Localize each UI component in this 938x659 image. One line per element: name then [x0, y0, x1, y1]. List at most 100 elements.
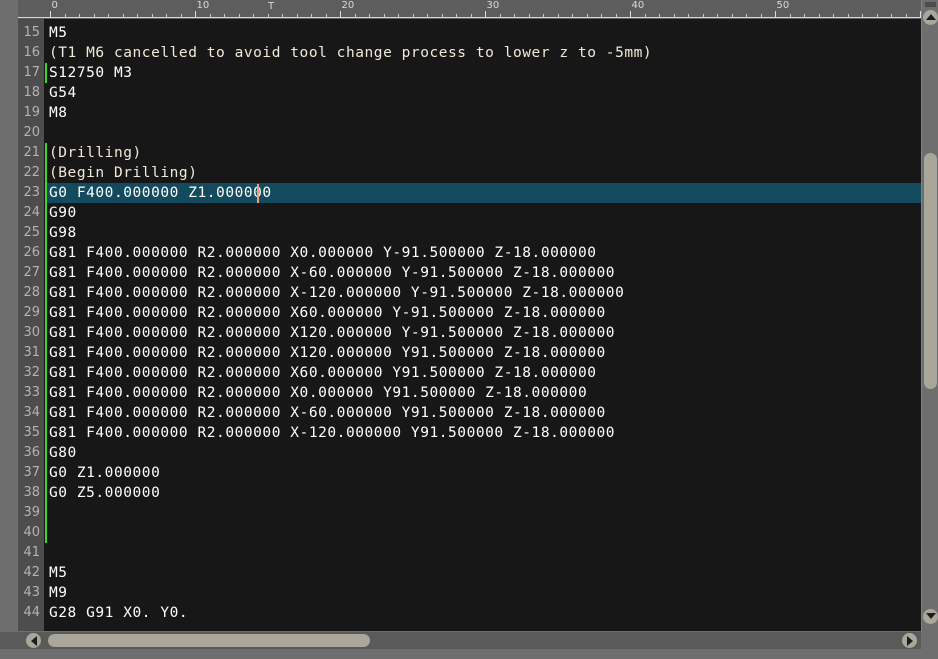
line-number: 20	[23, 123, 40, 143]
ruler-major-tick	[775, 11, 776, 18]
scroll-down-button[interactable]	[923, 608, 938, 624]
code-line[interactable]: G81 F400.000000 R2.000000 X120.000000 Y-…	[49, 323, 615, 343]
tab-stop-marker[interactable]: T	[268, 2, 274, 12]
ruler-minor-tick	[891, 14, 892, 18]
ruler-minor-tick	[65, 14, 66, 18]
scroll-right-button[interactable]	[902, 633, 917, 648]
code-line[interactable]: G81 F400.000000 R2.000000 X-60.000000 Y-…	[49, 263, 615, 283]
ruler-minor-tick	[152, 14, 153, 18]
code-line[interactable]: M9	[49, 583, 68, 603]
code-line[interactable]: M8	[49, 103, 68, 123]
line-number: 39	[23, 503, 40, 523]
line-number: 41	[23, 543, 40, 563]
ruler-minor-tick	[645, 14, 646, 18]
horizontal-scrollbar-thumb[interactable]	[48, 634, 370, 647]
code-line[interactable]: G0 Z1.000000	[49, 463, 160, 483]
horizontal-ruler[interactable]: 0102030405060708090 T	[0, 0, 921, 19]
ruler-minor-tick	[674, 14, 675, 18]
ruler-major-tick	[485, 11, 486, 18]
ruler-minor-tick	[688, 14, 689, 18]
ruler-minor-tick	[659, 14, 660, 18]
ruler-minor-tick	[94, 14, 95, 18]
ruler-label: 40	[632, 1, 645, 11]
line-number: 15	[23, 23, 40, 43]
code-line[interactable]: G0 F400.000000 Z1.000000	[49, 183, 272, 203]
code-line[interactable]: (Drilling)	[49, 143, 142, 163]
line-number: 18	[23, 83, 40, 103]
ruler-major-tick	[195, 11, 196, 18]
ruler-minor-tick	[456, 14, 457, 18]
code-line[interactable]: G81 F400.000000 R2.000000 X-120.000000 Y…	[49, 283, 624, 303]
ruler-minor-tick	[355, 14, 356, 18]
line-number: 28	[23, 283, 40, 303]
line-number: 36	[23, 443, 40, 463]
ruler-minor-tick	[587, 14, 588, 18]
code-editor[interactable]: 1516171819202122232425262728293031323334…	[0, 19, 921, 631]
ruler-minor-tick	[398, 14, 399, 18]
ruler-label: 0	[52, 1, 58, 11]
ruler-major-tick	[340, 11, 341, 18]
line-number: 22	[23, 163, 40, 183]
code-text-area[interactable]: M5(T1 M6 cancelled to avoid tool change …	[47, 19, 921, 631]
line-number: 26	[23, 243, 40, 263]
ruler-minor-tick	[746, 14, 747, 18]
ruler-minor-tick	[877, 14, 878, 18]
code-line[interactable]: (T1 M6 cancelled to avoid tool change pr…	[49, 43, 652, 63]
ruler-label: 50	[777, 1, 790, 11]
ruler-minor-tick	[123, 14, 124, 18]
line-number-strip: 1516171819202122232425262728293031323334…	[18, 19, 44, 631]
code-line[interactable]: (Begin Drilling)	[49, 163, 197, 183]
ruler-minor-tick	[529, 14, 530, 18]
scrollbar-top-nub	[925, 2, 936, 7]
vertical-scrollbar-thumb[interactable]	[924, 153, 937, 389]
ruler-minor-tick	[833, 14, 834, 18]
ruler-minor-tick	[326, 14, 327, 18]
horizontal-scrollbar[interactable]	[0, 632, 921, 649]
code-line[interactable]: G28 G91 X0. Y0.	[49, 603, 188, 623]
line-number: 37	[23, 463, 40, 483]
line-number: 19	[23, 103, 40, 123]
ruler-minor-tick	[311, 14, 312, 18]
ruler-minor-tick	[703, 14, 704, 18]
arrow-left-icon	[31, 636, 37, 646]
code-line[interactable]: G81 F400.000000 R2.000000 X60.000000 Y-9…	[49, 303, 606, 323]
scroll-left-button[interactable]	[26, 633, 41, 648]
ruler-minor-tick	[543, 14, 544, 18]
code-line[interactable]: G0 Z5.000000	[49, 483, 160, 503]
code-line[interactable]: G80	[49, 443, 77, 463]
code-line[interactable]: G90	[49, 203, 77, 223]
code-line[interactable]: G81 F400.000000 R2.000000 X60.000000 Y91…	[49, 363, 597, 383]
ruler-minor-tick	[297, 14, 298, 18]
code-line[interactable]: M5	[49, 23, 68, 43]
ruler-minor-tick	[413, 14, 414, 18]
code-line[interactable]: G54	[49, 83, 77, 103]
ruler-minor-tick	[108, 14, 109, 18]
ruler-minor-tick	[717, 14, 718, 18]
ruler-minor-tick	[732, 14, 733, 18]
line-number: 34	[23, 403, 40, 423]
line-number: 16	[23, 43, 40, 63]
code-line[interactable]: G81 F400.000000 R2.000000 X-120.000000 Y…	[49, 423, 615, 443]
line-number: 24	[23, 203, 40, 223]
ruler-minor-tick	[137, 14, 138, 18]
scroll-up-button[interactable]	[923, 9, 938, 25]
code-line[interactable]: G98	[49, 223, 77, 243]
line-number: 31	[23, 343, 40, 363]
ruler-minor-tick	[442, 14, 443, 18]
line-number: 33	[23, 383, 40, 403]
vertical-scrollbar[interactable]	[921, 0, 938, 631]
text-caret	[257, 184, 259, 203]
code-line[interactable]: M5	[49, 563, 68, 583]
code-line[interactable]: G81 F400.000000 R2.000000 X-60.000000 Y9…	[49, 403, 606, 423]
ruler-minor-tick	[790, 14, 791, 18]
code-line[interactable]: G81 F400.000000 R2.000000 X0.000000 Y91.…	[49, 383, 587, 403]
line-number: 17	[23, 63, 40, 83]
ruler-minor-tick	[761, 14, 762, 18]
code-line[interactable]: G81 F400.000000 R2.000000 X120.000000 Y9…	[49, 343, 606, 363]
ruler-minor-tick	[369, 14, 370, 18]
code-line[interactable]: G81 F400.000000 R2.000000 X0.000000 Y-91…	[49, 243, 597, 263]
ruler-minor-tick	[572, 14, 573, 18]
ruler-minor-tick	[804, 14, 805, 18]
ruler-minor-tick	[500, 14, 501, 18]
code-line[interactable]: S12750 M3	[49, 63, 133, 83]
